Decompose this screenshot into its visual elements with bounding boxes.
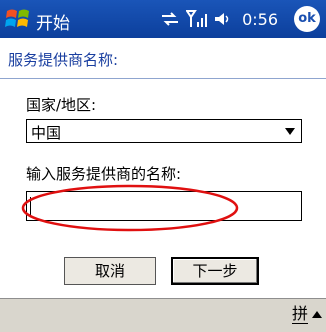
start-menu-label[interactable]: 开始 [36,9,70,34]
sync-icon[interactable] [160,10,180,28]
cancel-button[interactable]: 取消 [64,257,156,285]
next-button[interactable]: 下一步 [171,257,259,285]
country-select-value: 中国 [31,124,62,142]
status-icons: 0:56 [160,8,278,30]
chevron-down-icon[interactable] [285,128,295,135]
provider-name-label: 输入服务提供商的名称: [26,165,182,183]
chevron-up-icon[interactable] [312,311,322,318]
input-method-button[interactable]: 拼 [291,305,308,324]
signal-icon[interactable] [186,9,208,29]
provider-name-input[interactable] [26,191,302,221]
bottom-bar: 拼 [0,298,326,332]
title-bar: 开始 0:56 ok [0,0,326,38]
windows-start-logo-icon[interactable] [4,5,32,33]
country-select[interactable]: 中国 [26,119,302,143]
clock[interactable]: 0:56 [242,10,278,29]
country-label: 国家/地区: [26,96,97,114]
volume-icon[interactable] [214,10,232,28]
page-header: 服务提供商名称: [0,38,326,79]
text-caret [30,197,31,215]
ok-button[interactable]: ok [294,6,320,32]
page-title: 服务提供商名称: [8,51,119,69]
